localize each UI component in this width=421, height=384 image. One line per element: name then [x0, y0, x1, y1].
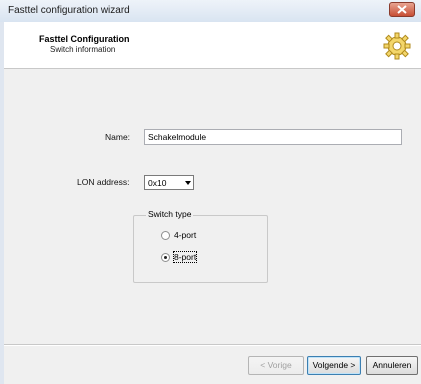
radio-4-port-label[interactable]: 4-port [174, 230, 196, 240]
cancel-button[interactable]: Annuleren [366, 356, 418, 375]
lon-address-select[interactable]: 0x10 [144, 175, 194, 190]
window-border [0, 22, 4, 384]
close-button[interactable] [389, 2, 415, 17]
window-title: Fasttel configuration wizard [8, 5, 130, 16]
next-button[interactable]: Volgende > [307, 356, 361, 375]
title-bar[interactable]: Fasttel configuration wizard [0, 0, 421, 23]
radio-8-port[interactable] [161, 253, 170, 262]
header-title: Fasttel Configuration [39, 34, 130, 44]
lon-address-label: LON address: [77, 177, 130, 187]
lon-address-value: 0x10 [148, 178, 167, 188]
switch-type-group [133, 215, 268, 283]
wizard-window: Fasttel configuration wizard Fasttel Con… [0, 0, 421, 384]
switch-type-legend: Switch type [146, 209, 194, 219]
radio-selected-dot [164, 256, 167, 259]
wizard-header: Fasttel Configuration Switch information [4, 22, 421, 69]
radio-4-port[interactable] [161, 231, 170, 240]
footer-divider [4, 344, 421, 346]
name-label: Name: [105, 132, 131, 142]
back-button[interactable]: < Vorige [248, 356, 304, 375]
header-subtitle: Switch information [50, 45, 116, 54]
gear-icon [383, 32, 411, 60]
chevron-down-icon[interactable] [185, 181, 191, 185]
name-input[interactable]: Schakelmodule [144, 129, 402, 145]
close-icon [397, 5, 407, 14]
radio-8-port-label[interactable]: 8-port [172, 251, 198, 263]
